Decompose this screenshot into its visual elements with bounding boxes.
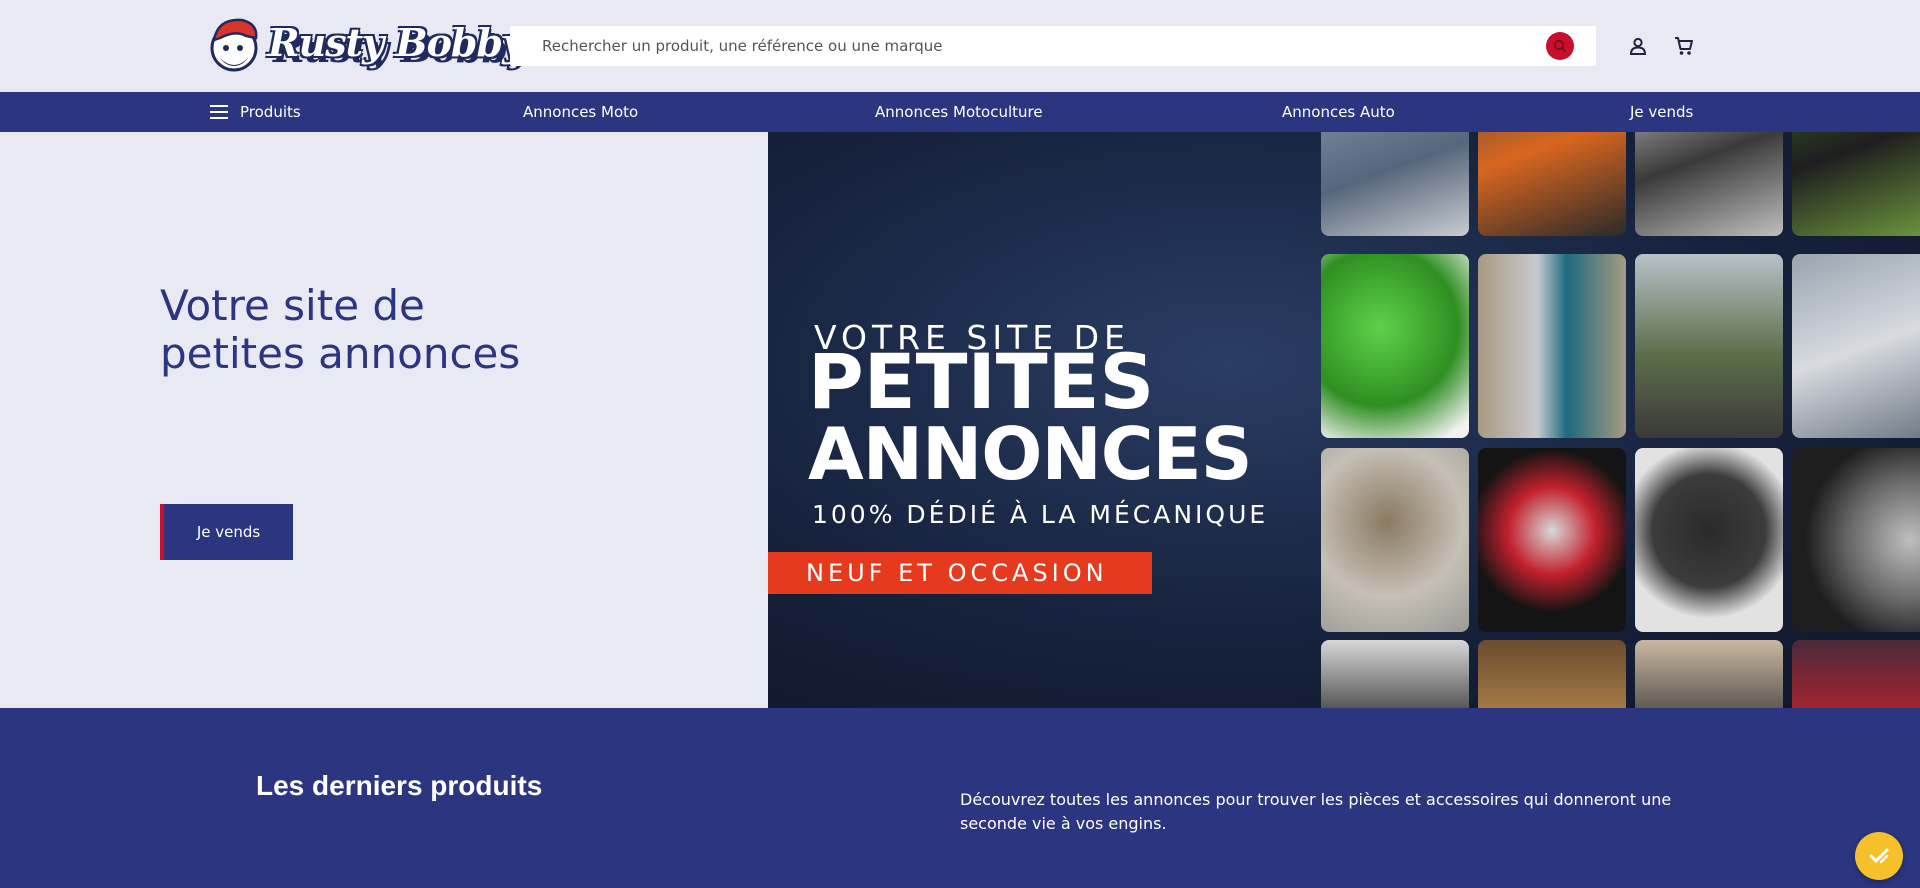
- product-photo: [1792, 254, 1920, 438]
- search-input[interactable]: [510, 26, 1596, 66]
- product-photo: [1321, 132, 1469, 236]
- menu-icon[interactable]: [210, 103, 230, 121]
- product-photo: [1478, 448, 1626, 632]
- hero-title: Votre site de petites annonces: [160, 282, 520, 378]
- search-button[interactable]: [1546, 32, 1574, 60]
- check-badge-icon: [1869, 848, 1889, 864]
- cart-button[interactable]: [1672, 34, 1696, 58]
- nav-item-annonces-auto[interactable]: Annonces Auto: [1282, 92, 1395, 132]
- product-photo: [1478, 640, 1626, 708]
- nav-item-produits[interactable]: Produits: [240, 92, 301, 132]
- banner-line4: 100% DÉDIÉ À LA MÉCANIQUE: [812, 500, 1269, 529]
- hero-section: Votre site de petites annonces Je vends: [0, 132, 768, 708]
- banner-line2: PETITES: [808, 337, 1155, 426]
- product-photo: [1792, 132, 1920, 236]
- product-photo: [1635, 132, 1783, 236]
- product-photo: [1792, 640, 1920, 708]
- hero-title-line2: petites annonces: [160, 329, 521, 378]
- product-photo: [1321, 448, 1469, 632]
- mascot-icon: [210, 18, 258, 72]
- hero-title-line1: Votre site de: [160, 281, 425, 330]
- floating-action-button[interactable]: [1855, 832, 1903, 880]
- site-header: Rusty Bobby: [0, 0, 1920, 92]
- banner-line3: ANNONCES: [808, 412, 1253, 496]
- brand-name: Rusty Bobby: [268, 20, 524, 65]
- main-nav: Produits Annonces Moto Annonces Motocult…: [0, 92, 1920, 132]
- product-photo: [1635, 448, 1783, 632]
- nav-item-je-vends[interactable]: Je vends: [1630, 92, 1693, 132]
- latest-products-title: Les derniers produits: [256, 770, 543, 801]
- latest-products-description: Découvrez toutes les annonces pour trouv…: [960, 790, 1672, 833]
- product-photo: [1478, 132, 1626, 236]
- latest-products-section: Les derniers produits Découvrez toutes l…: [0, 708, 1920, 888]
- search-bar: [510, 26, 1596, 66]
- product-photo: [1321, 640, 1469, 708]
- je-vends-button[interactable]: Je vends: [160, 504, 293, 560]
- brand-logo[interactable]: Rusty Bobby: [206, 14, 524, 78]
- cart-icon: [1675, 37, 1693, 55]
- banner-tag: NEUF ET OCCASION: [768, 552, 1152, 594]
- product-photo: [1792, 448, 1920, 632]
- hero-banner[interactable]: VOTRE SITE DE PETITES ANNONCES 100% DÉDI…: [768, 132, 1920, 708]
- account-button[interactable]: [1626, 34, 1650, 58]
- user-icon: [1629, 37, 1647, 55]
- product-photo: [1635, 640, 1783, 708]
- product-photo: [1321, 254, 1469, 438]
- product-photo: [1635, 254, 1783, 438]
- search-icon: [1553, 39, 1567, 53]
- nav-item-annonces-motoculture[interactable]: Annonces Motoculture: [875, 92, 1043, 132]
- product-photo: [1478, 254, 1626, 438]
- nav-item-annonces-moto[interactable]: Annonces Moto: [523, 92, 638, 132]
